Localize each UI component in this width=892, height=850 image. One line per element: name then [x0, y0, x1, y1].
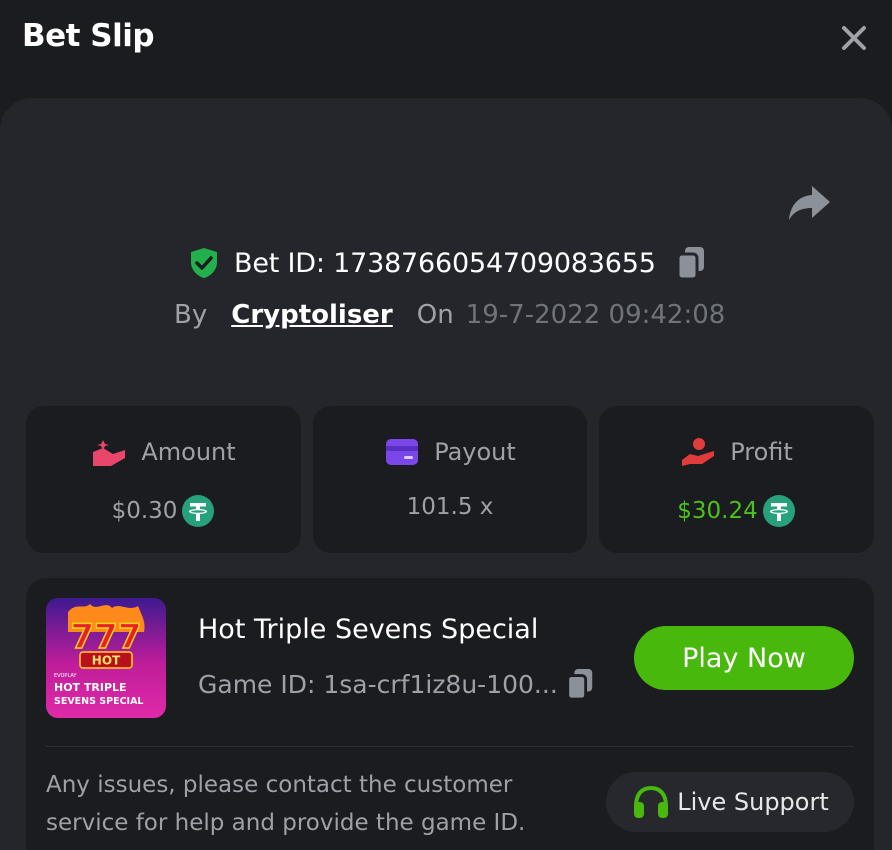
help-text: Any issues, please contact the customer …	[46, 772, 526, 836]
amount-value: $0.30	[111, 498, 178, 524]
tether-icon	[182, 495, 215, 527]
game-id-row: Game ID: 1sa-crf1iz8u-100...	[198, 666, 596, 702]
shield-check-icon	[191, 248, 217, 278]
live-support-button[interactable]: Live Support	[606, 772, 854, 832]
game-card: 777 HOT EVOPLAY HOT TRIPLE SEVENS SPECIA…	[26, 578, 874, 850]
thumb-title-line2: SEVENS SPECIAL	[54, 696, 143, 707]
profit-card: Profit $30.24	[599, 406, 874, 553]
thumb-hot-badge: HOT	[92, 654, 121, 668]
copy-icon[interactable]	[564, 666, 596, 702]
by-label: By	[174, 300, 208, 330]
amount-icon	[93, 440, 126, 466]
close-icon[interactable]	[832, 16, 876, 60]
payout-icon	[386, 439, 419, 465]
headset-icon	[634, 785, 669, 818]
thumb-sevens: 777	[71, 617, 142, 657]
username-link[interactable]: Cryptoliser	[231, 300, 393, 330]
amount-card: Amount $0.30	[26, 406, 301, 553]
divider	[46, 746, 854, 747]
game-name: Hot Triple Sevens Special	[198, 614, 539, 645]
thumb-title-line1: HOT TRIPLE	[54, 681, 127, 694]
bet-datetime: 19-7-2022 09:42:08	[465, 300, 726, 330]
profit-icon	[682, 438, 715, 466]
profit-label: Profit	[730, 438, 793, 466]
header: Bet Slip	[0, 0, 892, 78]
thumb-brand: EVOPLAY	[54, 673, 77, 679]
page-title: Bet Slip	[22, 18, 155, 54]
play-now-button[interactable]: Play Now	[634, 626, 854, 690]
bet-id: Bet ID: 1738766054709083655	[234, 247, 656, 279]
copy-icon[interactable]	[674, 244, 708, 282]
on-label: On	[416, 300, 454, 330]
live-support-label: Live Support	[677, 788, 829, 816]
game-id: Game ID: 1sa-crf1iz8u-100...	[198, 669, 558, 699]
profit-value: $30.24	[677, 498, 758, 524]
amount-label: Amount	[141, 438, 236, 466]
payout-value: 101.5 x	[406, 494, 494, 520]
bet-id-row: Bet ID: 1738766054709083655	[188, 240, 708, 286]
bet-meta-row: By Cryptoliser On 19-7-2022 09:42:08	[174, 293, 725, 337]
payout-label: Payout	[434, 438, 516, 466]
tether-icon	[762, 495, 795, 527]
share-icon[interactable]	[784, 180, 834, 224]
game-thumbnail[interactable]: 777 HOT EVOPLAY HOT TRIPLE SEVENS SPECIA…	[46, 598, 166, 718]
payout-card: Payout 101.5 x	[313, 406, 587, 553]
